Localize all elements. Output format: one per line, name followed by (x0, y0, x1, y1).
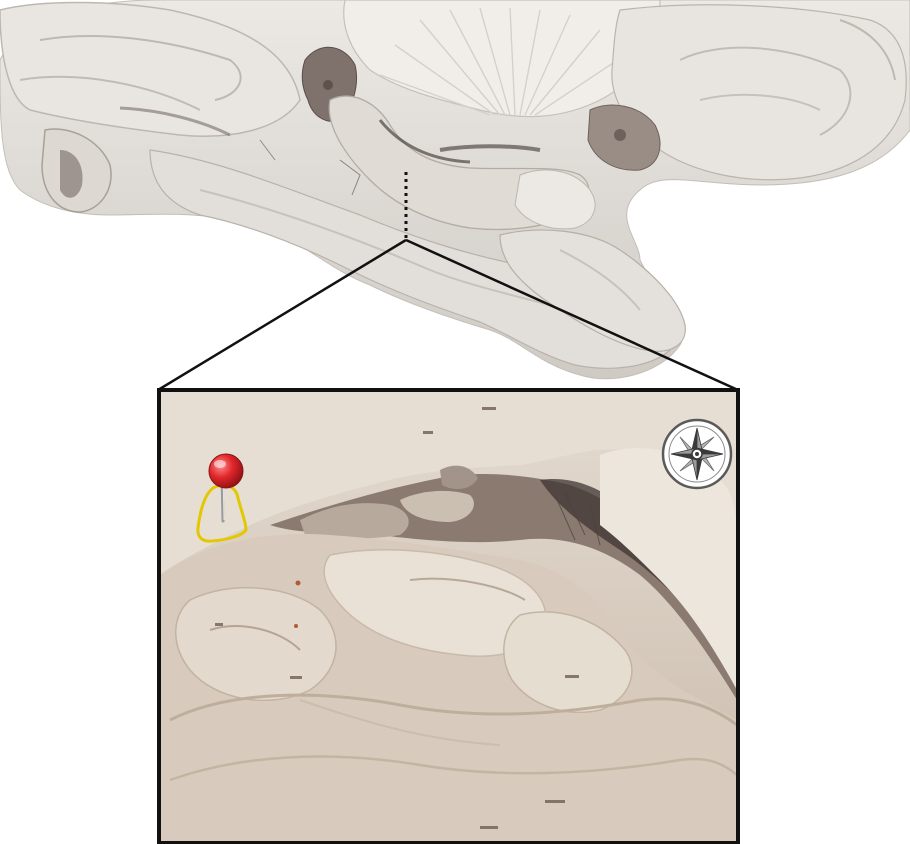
pin-head (208, 453, 244, 489)
compass-icon[interactable] (661, 418, 733, 490)
magnified-inset (160, 391, 737, 843)
brain-specimen (0, 0, 910, 380)
anatomy-figure (0, 0, 910, 844)
